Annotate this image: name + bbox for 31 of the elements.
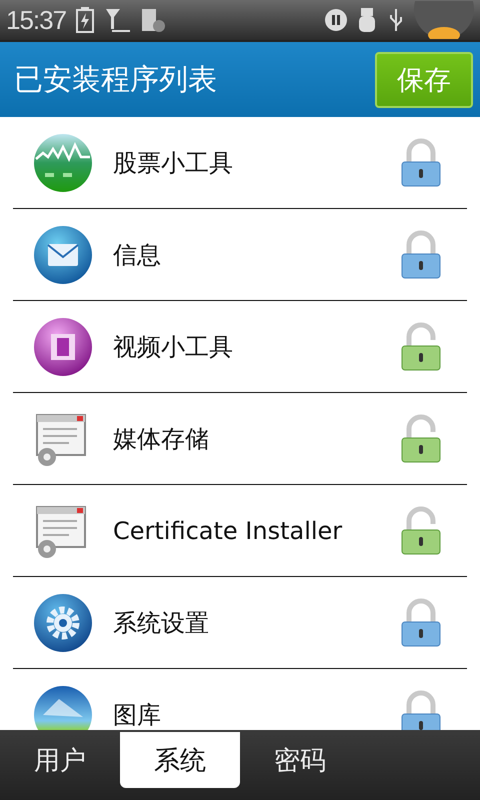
- glow-orb-icon: [414, 1, 474, 39]
- open-lock-icon[interactable]: [399, 414, 443, 464]
- status-time: 15:37: [6, 4, 66, 36]
- closed-lock-icon[interactable]: [399, 138, 443, 188]
- battery-icon: [76, 7, 94, 33]
- stock-chart-icon: [33, 132, 93, 192]
- screen-title: 已安装程序列表: [14, 60, 218, 98]
- sim-card-icon: [140, 7, 166, 33]
- closed-lock-icon[interactable]: [399, 690, 443, 730]
- app-name: 视频小工具: [113, 332, 234, 362]
- envelope-icon: [33, 224, 93, 284]
- app-name: 媒体存储: [113, 424, 210, 454]
- app-name: 图库: [113, 700, 162, 730]
- signal-icon: [104, 7, 130, 33]
- app-name: Certificate Installer: [113, 516, 344, 544]
- tab[interactable]: 密码: [240, 732, 360, 788]
- film-icon: [33, 316, 93, 376]
- app-name: 系统设置: [113, 608, 210, 638]
- app-name: 股票小工具: [113, 148, 234, 178]
- usb-drive-icon: [358, 7, 378, 33]
- landscape-icon: [33, 684, 93, 730]
- open-lock-icon[interactable]: [399, 506, 443, 556]
- tab[interactable]: 用户: [0, 732, 120, 788]
- closed-lock-icon[interactable]: [399, 598, 443, 648]
- tab[interactable]: 系统: [120, 732, 240, 788]
- app-name: 信息: [113, 240, 162, 270]
- gear-icon: [33, 592, 93, 652]
- usb-icon: [388, 7, 404, 33]
- pause-icon: [324, 8, 348, 32]
- open-lock-icon[interactable]: [399, 322, 443, 372]
- closed-lock-icon[interactable]: [399, 230, 443, 280]
